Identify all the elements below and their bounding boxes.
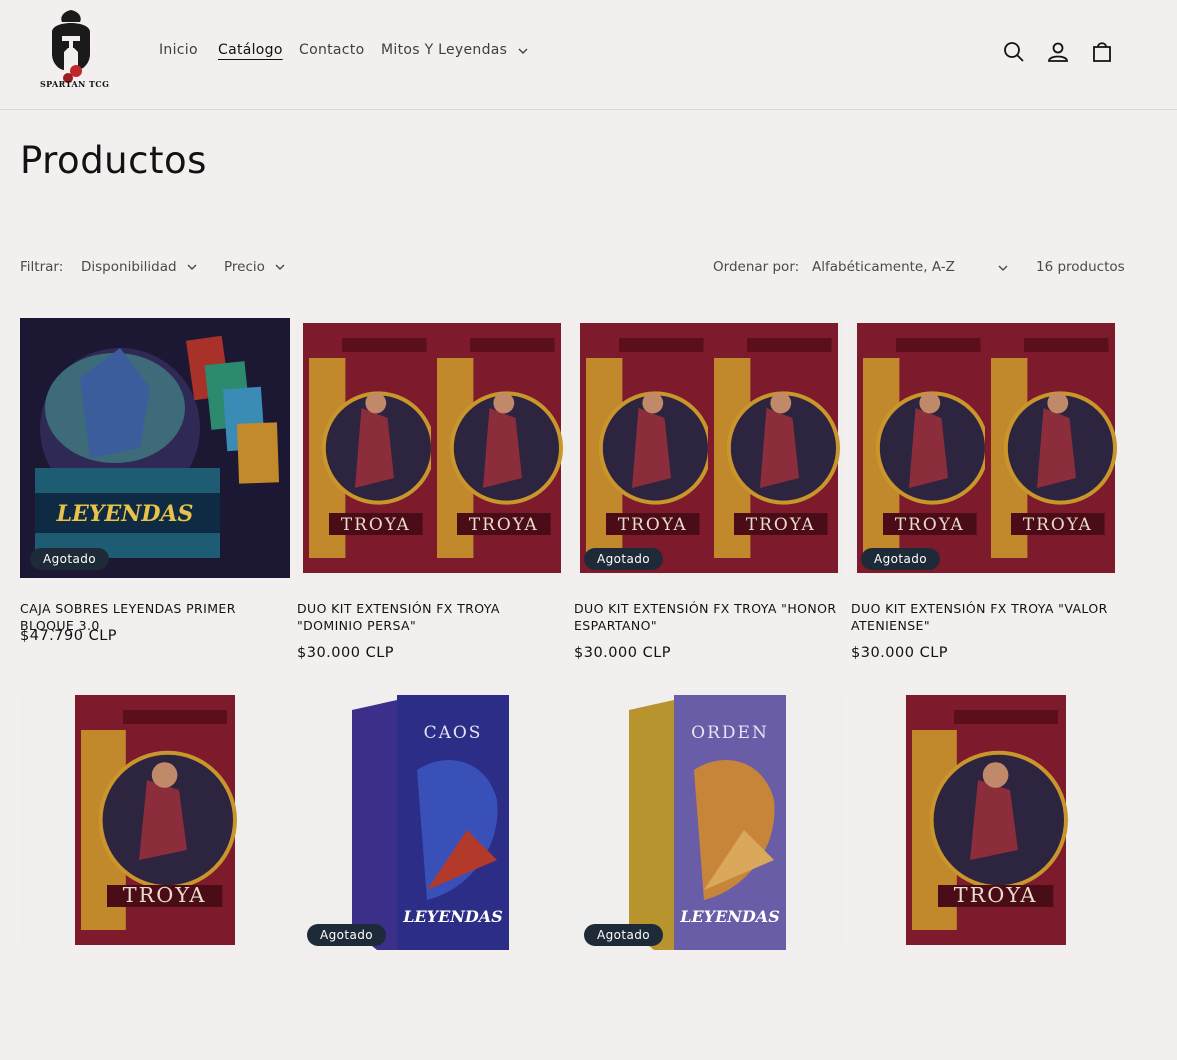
chevron-down-icon (187, 264, 197, 270)
product-card-kit-batalla-orden[interactable]: ORDEN LEYENDAS Agotado (574, 690, 844, 1060)
product-title[interactable]: DUO KIT EXTENSIÓN FX TROYA "HONOR ESPART… (574, 600, 846, 634)
svg-text:TROYA: TROYA (341, 514, 411, 534)
svg-text:LEYENDAS: LEYENDAS (402, 907, 503, 926)
svg-text:TROYA: TROYA (618, 514, 688, 534)
chevron-down-icon (998, 265, 1008, 271)
sold-out-badge: Agotado (30, 548, 109, 570)
product-price: $47.790 CLP (20, 628, 118, 644)
svg-text:TROYA: TROYA (123, 883, 207, 907)
filter-availability[interactable]: Disponibilidad (81, 259, 197, 275)
svg-text:TROYA: TROYA (1023, 514, 1093, 534)
svg-text:LEYENDAS: LEYENDAS (56, 501, 194, 527)
filter-label: Filtrar: (20, 259, 64, 275)
product-card-duo-honor-espartano[interactable]: TROYA TROYA Agotado DUO KIT EXTENSIÓN FX … (574, 318, 844, 688)
product-title[interactable]: DUO KIT EXTENSIÓN FX TROYA "VALOR ATENIE… (851, 600, 1123, 634)
sort-select[interactable]: Alfabéticamente, A-Z (812, 259, 1008, 275)
nav-catalogo[interactable]: Catálogo (218, 42, 283, 58)
product-image[interactable]: CAOS LEYENDAS (297, 690, 567, 950)
product-image[interactable]: TROYA TROYA (297, 318, 567, 578)
filter-bar: Filtrar: Disponibilidad Precio Ordenar p… (20, 259, 1125, 279)
product-price: $30.000 CLP (574, 645, 672, 661)
product-title[interactable]: DUO KIT EXTENSIÓN FX TROYA "DOMINIO PERS… (297, 600, 569, 634)
svg-text:TROYA: TROYA (895, 514, 965, 534)
sort-value: Alfabéticamente, A-Z (812, 259, 955, 275)
chevron-down-icon (275, 264, 285, 270)
nav-inicio[interactable]: Inicio (159, 42, 198, 58)
product-card-duo-dominio-persa[interactable]: TROYA TROYA DUO KIT EXTENSIÓN FX TROYA "… (297, 318, 567, 688)
nav-contacto[interactable]: Contacto (299, 42, 364, 58)
product-image[interactable]: TROYA TROYA (851, 318, 1121, 578)
product-card-kit-dominio-persa[interactable]: TROYA (851, 690, 1121, 1060)
site-header: SPARTAN TCG Inicio Catálogo Contacto Mit… (0, 0, 1177, 110)
product-card-duo-valor-ateniense[interactable]: TROYA TROYA Agotado DUO KIT EXTENSIÓN FX … (851, 318, 1121, 688)
sold-out-badge: Agotado (861, 548, 940, 570)
product-count: 16 productos (1036, 259, 1125, 275)
product-image[interactable]: LEYENDAS (20, 318, 290, 578)
filter-availability-label: Disponibilidad (81, 259, 177, 275)
nav-mitos-y-leyendas[interactable]: Mitos Y Leyendas (381, 42, 528, 58)
product-card-kit-batalla-caos[interactable]: CAOS LEYENDAS Agotado (297, 690, 567, 1060)
product-card-caja-sobres-leyendas[interactable]: LEYENDAS Agotado CAJA SOBRES LEYENDAS PRI… (20, 318, 290, 688)
product-image[interactable]: TROYA TROYA (574, 318, 844, 578)
svg-text:LEYENDAS: LEYENDAS (679, 907, 780, 926)
sold-out-badge: Agotado (584, 924, 663, 946)
sort-label: Ordenar por: (713, 259, 800, 275)
product-price: $30.000 CLP (851, 645, 949, 661)
chevron-down-icon (518, 42, 528, 58)
cart-icon[interactable] (1090, 40, 1114, 64)
product-image[interactable]: ORDEN LEYENDAS (574, 690, 844, 950)
svg-text:TROYA: TROYA (469, 514, 539, 534)
logo-text: SPARTAN TCG (40, 79, 110, 89)
nav-mitos-label: Mitos Y Leyendas (381, 42, 508, 58)
page-title: Productos (20, 139, 207, 182)
sold-out-badge: Agotado (584, 548, 663, 570)
filter-price-label: Precio (224, 259, 265, 275)
svg-text:TROYA: TROYA (954, 883, 1038, 907)
sold-out-badge: Agotado (307, 924, 386, 946)
svg-text:TROYA: TROYA (746, 514, 816, 534)
svg-text:CAOS: CAOS (424, 723, 483, 743)
product-image[interactable]: TROYA (851, 690, 1121, 950)
filter-price[interactable]: Precio (224, 259, 285, 275)
product-price: $30.000 CLP (297, 645, 395, 661)
search-icon[interactable] (1002, 40, 1026, 64)
product-card-kit-valor-ateniense[interactable]: TROYA (20, 690, 290, 1060)
svg-text:ORDEN: ORDEN (691, 723, 769, 743)
product-image[interactable]: TROYA (20, 690, 290, 950)
account-icon[interactable] (1046, 40, 1070, 64)
